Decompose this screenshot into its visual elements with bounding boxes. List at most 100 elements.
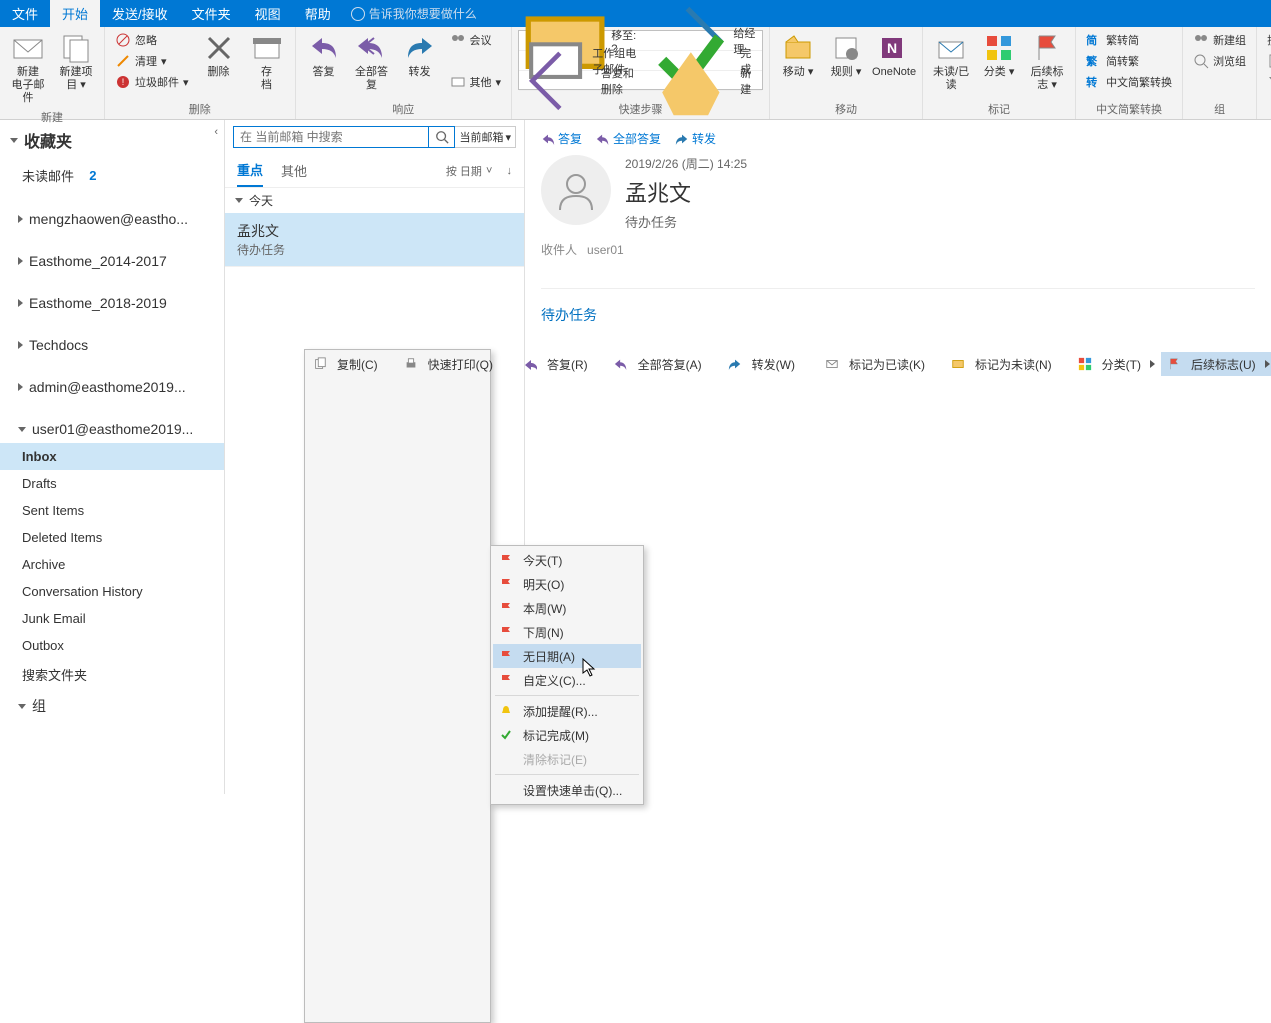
search-people-button[interactable]: 搜索人 (1263, 30, 1271, 50)
junk-button[interactable]: !垃圾邮件 ▾ (111, 72, 193, 92)
account-1[interactable]: mengzhaowen@eastho... (0, 205, 224, 233)
forward-icon (726, 355, 744, 373)
group-find-label: 查 (1263, 99, 1271, 119)
sub-custom[interactable]: 自定义(C)... (493, 668, 641, 692)
read-date: 2019/2/26 (周二) 14:25 (625, 155, 747, 172)
tab-file[interactable]: 文件 (0, 0, 50, 27)
ctx-mark-unread[interactable]: 标记为未读(N) (945, 352, 1072, 376)
search-button[interactable] (429, 126, 455, 148)
forward-button[interactable]: 转发 (398, 30, 442, 81)
unread-button[interactable]: 未读/已读 (929, 30, 973, 94)
meeting-button[interactable]: 会议 (446, 30, 506, 50)
conv-folder[interactable]: Conversation History (0, 578, 224, 605)
group-delete-label: 删除 (111, 99, 289, 119)
outbox-folder[interactable]: Outbox (0, 632, 224, 659)
search-input[interactable] (233, 126, 429, 148)
sub-nextweek[interactable]: 下周(N) (493, 620, 641, 644)
rules-button[interactable]: 规则 ▾ (824, 30, 868, 81)
tab-home[interactable]: 开始 (50, 0, 100, 27)
tab-sendreceive[interactable]: 发送/接收 (100, 0, 180, 27)
ignore-button[interactable]: 忽略 (111, 30, 193, 50)
ctx-mark-read[interactable]: 标记为已读(K) (819, 352, 945, 376)
reply-all-icon (612, 355, 630, 373)
deleted-folder[interactable]: Deleted Items (0, 524, 224, 551)
categorize-button[interactable]: 分类 ▾ (977, 30, 1021, 81)
sent-folder[interactable]: Sent Items (0, 497, 224, 524)
tab-folder[interactable]: 文件夹 (180, 0, 243, 27)
collapse-nav-icon[interactable]: ‹ (214, 126, 218, 138)
sub-complete[interactable]: 标记完成(M) (493, 723, 641, 747)
list-tabs: 重点 其他 按 日期 ˅ ↓ (225, 154, 524, 188)
tell-me[interactable]: 告诉我你想要做什么 (351, 5, 477, 22)
reply-icon (521, 355, 539, 373)
browse-icon (1193, 53, 1209, 69)
inbox-folder[interactable]: Inbox (0, 443, 224, 470)
submenu-arrow-icon (1265, 360, 1270, 368)
addressbook-button[interactable]: 通讯录 (1263, 51, 1271, 71)
read-reply[interactable]: 答复 (541, 130, 582, 147)
quick-steps-gallery[interactable]: 移至: ? 给经理 工作组电子邮件 完成 答复和删除 新建 (518, 30, 763, 90)
read-subject: 待办任务 (625, 212, 747, 231)
archive-button[interactable]: 存 档 (245, 30, 289, 94)
archive-icon (251, 32, 283, 64)
caret-icon (18, 341, 23, 349)
sub-reminder[interactable]: 添加提醒(R)... (493, 699, 641, 723)
group-today[interactable]: 今天 (225, 188, 524, 213)
newgroup-button[interactable]: 新建组 (1189, 30, 1250, 50)
tab-view[interactable]: 视图 (243, 0, 293, 27)
reply-button[interactable]: 答复 (302, 30, 346, 81)
search-scope[interactable]: 当前邮箱 ▾ (455, 126, 516, 148)
account-2[interactable]: Easthome_2014-2017 (0, 247, 224, 275)
reply-all-button[interactable]: 全部答复 (350, 30, 394, 94)
unread-folder[interactable]: 未读邮件 2 (0, 160, 224, 191)
sc-icon: 繁 (1086, 53, 1102, 69)
mail-from: 孟兆文 (237, 221, 512, 241)
sc-icon: 转 (1086, 74, 1102, 90)
sc3-button[interactable]: 转中文简繁转换 (1082, 72, 1176, 92)
sub-tomorrow[interactable]: 明天(O) (493, 572, 641, 596)
move-button[interactable]: 移动 ▾ (776, 30, 820, 81)
junk-folder[interactable]: Junk Email (0, 605, 224, 632)
read-forward[interactable]: 转发 (675, 130, 716, 147)
more-button[interactable]: 其他 ▾ (446, 72, 506, 92)
sc2-button[interactable]: 繁简转繁 (1082, 51, 1176, 71)
clean-button[interactable]: 清理 ▾ (111, 51, 193, 71)
followup-button[interactable]: 后续标志 ▾ (1025, 30, 1069, 94)
archive-folder[interactable]: Archive (0, 551, 224, 578)
mail-item[interactable]: 孟兆文 待办任务 (225, 213, 524, 267)
tab-help[interactable]: 帮助 (293, 0, 343, 27)
account-3[interactable]: Easthome_2018-2019 (0, 289, 224, 317)
sub-today[interactable]: 今天(T) (493, 548, 641, 572)
sort-button[interactable]: 按 日期 ˅ ↓ (446, 163, 512, 179)
new-item-button[interactable]: 新建项目 ▾ (54, 30, 98, 94)
sub-quickclick[interactable]: 设置快速单击(Q)... (493, 778, 641, 802)
onenote-button[interactable]: NOneNote (872, 30, 916, 81)
groups-header[interactable]: 组 (0, 690, 224, 722)
account-5[interactable]: admin@easthome2019... (0, 373, 224, 401)
flag-icon (497, 647, 515, 665)
search-folder[interactable]: 搜索文件夹 (0, 659, 224, 690)
favorites-header[interactable]: 收藏夹 (0, 120, 224, 160)
ctx-followup[interactable]: 后续标志(U) (1161, 352, 1271, 376)
ribbon: 新建 电子邮件 新建项目 ▾ 新建 忽略 清理 ▾ !垃圾邮件 ▾ 删除 存 档 (0, 27, 1271, 120)
account-4[interactable]: Techdocs (0, 331, 224, 359)
sub-thisweek[interactable]: 本周(W) (493, 596, 641, 620)
sub-nodate[interactable]: 无日期(A) (493, 644, 641, 668)
account-6[interactable]: user01@easthome2019... (0, 415, 224, 443)
ctx-forward[interactable]: 转发(W) (722, 352, 815, 376)
new-mail-button[interactable]: 新建 电子邮件 (6, 30, 50, 107)
tab-other[interactable]: 其他 (281, 155, 307, 186)
filter-button[interactable]: 筛选 (1263, 72, 1271, 92)
ctx-quickprint[interactable]: 快速打印(Q) (398, 352, 513, 376)
drafts-folder[interactable]: Drafts (0, 470, 224, 497)
sc1-button[interactable]: 简繁转简 (1082, 30, 1176, 50)
browsegroup-button[interactable]: 浏览组 (1189, 51, 1250, 71)
tab-focused[interactable]: 重点 (237, 154, 263, 187)
ctx-categorize[interactable]: 分类(T) (1072, 352, 1161, 376)
delete-button[interactable]: 删除 (197, 30, 241, 81)
ctx-reply-all[interactable]: 全部答复(A) (608, 352, 722, 376)
ctx-reply[interactable]: 答复(R) (517, 352, 608, 376)
read-reply-all[interactable]: 全部答复 (596, 130, 661, 147)
ctx-copy[interactable]: 复制(C) (307, 352, 398, 376)
print-icon (402, 355, 420, 373)
